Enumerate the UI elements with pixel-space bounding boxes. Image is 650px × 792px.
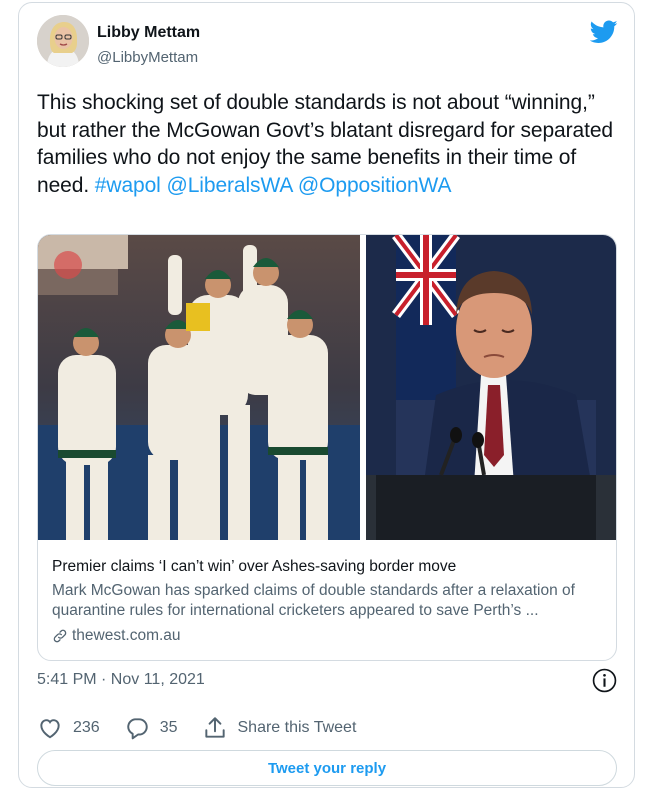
hashtag-link[interactable]: #wapol xyxy=(95,174,161,197)
tweet-card: Libby Mettam @LibbyMettam This shocking … xyxy=(18,2,635,788)
tweet-text: This shocking set of double standards is… xyxy=(37,89,622,199)
author-name[interactable]: Libby Mettam xyxy=(97,24,200,42)
link-icon xyxy=(53,629,67,643)
avatar[interactable] xyxy=(37,15,89,67)
twitter-bird-icon[interactable] xyxy=(590,20,618,44)
heart-icon xyxy=(40,719,60,739)
share-icon xyxy=(204,717,225,738)
tweet-actions: 236 35 Share this Tweet xyxy=(37,713,380,743)
link-card-description: Mark McGowan has sparked claims of doubl… xyxy=(52,582,575,619)
link-preview-card[interactable]: Premier claims ‘I can’t win’ over Ashes-… xyxy=(37,234,617,661)
reply-count: 35 xyxy=(159,719,178,736)
domain-label: thewest.com.au xyxy=(72,627,181,644)
like-count: 236 xyxy=(73,719,100,736)
info-icon[interactable] xyxy=(592,668,617,693)
author-handle[interactable]: @LibbyMettam xyxy=(97,49,198,66)
premier-photo xyxy=(366,235,616,540)
mention-link[interactable]: @LiberalsWA xyxy=(167,174,293,197)
share-button[interactable]: Share this Tweet xyxy=(202,715,357,741)
tweet-your-reply-button[interactable]: Tweet your reply xyxy=(37,750,617,786)
like-button[interactable]: 236 xyxy=(37,715,100,741)
reply-icon xyxy=(126,718,148,740)
share-label: Share this Tweet xyxy=(237,719,357,736)
mention-link[interactable]: @OppositionWA xyxy=(298,174,452,197)
reply-button[interactable]: 35 xyxy=(124,715,178,741)
link-card-domain[interactable]: thewest.com.au xyxy=(52,627,181,645)
link-preview-image[interactable] xyxy=(38,235,616,540)
tweet-timestamp[interactable]: 5:41 PM · Nov 11, 2021 xyxy=(37,671,205,689)
link-card-title[interactable]: Premier claims ‘I can’t win’ over Ashes-… xyxy=(52,558,456,576)
cricket-celebration-photo xyxy=(38,235,360,540)
